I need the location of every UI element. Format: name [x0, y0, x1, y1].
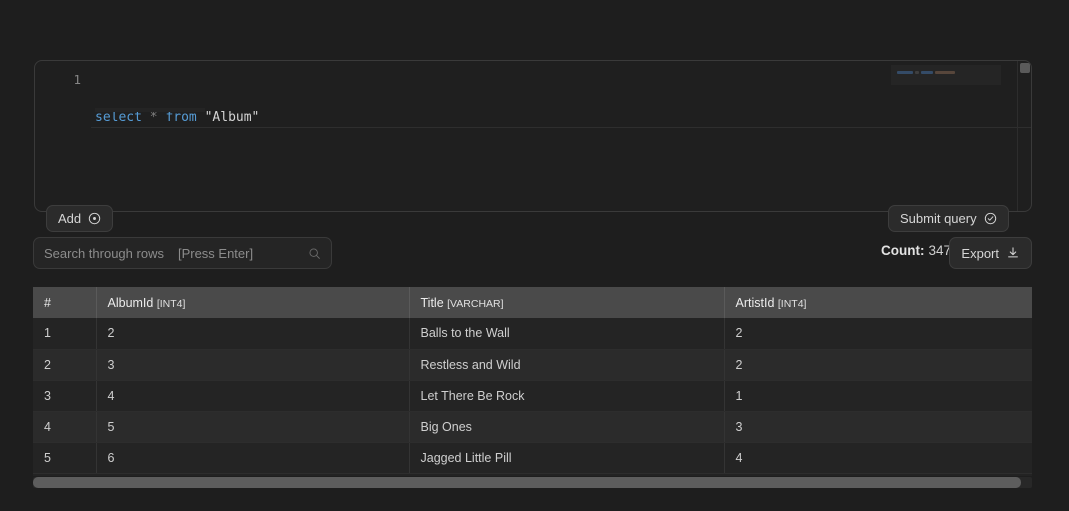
search-rows-input[interactable]: Search through rows [Press Enter] — [33, 237, 332, 269]
column-header-artistid[interactable]: ArtistId [INT4] — [724, 287, 1032, 318]
cell-artistid: 3 — [724, 411, 1032, 443]
table-row[interactable]: 3 4 Let There Be Rock 1 — [33, 380, 1032, 412]
add-button[interactable]: Add — [46, 205, 114, 232]
minimap-block — [915, 71, 919, 74]
sql-token-keyword-from: from — [165, 110, 197, 125]
minimap-block — [897, 71, 913, 74]
column-header-title[interactable]: Title [VARCHAR] — [409, 287, 725, 318]
sql-editor-panel[interactable]: 1 select * from "Album" — [34, 60, 1032, 212]
search-icon[interactable] — [308, 247, 321, 260]
search-enter-hint: [Press Enter] — [177, 245, 254, 261]
sql-token-table-name: "Album" — [204, 110, 260, 125]
table-row[interactable]: 5 6 Jagged Little Pill 4 — [33, 442, 1032, 474]
cell-title: Let There Be Rock — [409, 380, 725, 412]
editor-selection-decoration — [95, 108, 205, 112]
sql-token-space-3 — [197, 110, 205, 125]
table-row[interactable]: 4 5 Big Ones 3 — [33, 411, 1032, 443]
results-scrollbar-thumb[interactable] — [33, 477, 1021, 488]
sql-token-space-1 — [142, 110, 150, 125]
table-row[interactable]: 2 3 Restless and Wild 2 — [33, 349, 1032, 381]
column-type: [VARCHAR] — [447, 297, 504, 310]
cell-title: Balls to the Wall — [409, 318, 725, 350]
column-name: ArtistId — [735, 295, 775, 310]
submit-query-button[interactable]: Submit query — [888, 205, 1009, 232]
cell-title: Restless and Wild — [409, 349, 725, 381]
minimap-block — [935, 71, 955, 74]
cell-title: Jagged Little Pill — [409, 442, 725, 474]
cell-title: Big Ones — [409, 411, 725, 443]
cell-index: 5 — [33, 442, 97, 474]
column-type: [INT4] — [156, 297, 186, 310]
submit-query-label: Submit query — [900, 211, 977, 226]
cell-artistid: 1 — [724, 380, 1032, 412]
cell-artistid: 2 — [724, 318, 1032, 350]
cell-albumid: 6 — [96, 442, 410, 474]
sql-query-page: 1 select * from "Album" Add Submit query… — [0, 0, 1069, 511]
table-row[interactable]: 1 2 Balls to the Wall 2 — [33, 318, 1032, 350]
results-table-head: # AlbumId [INT4] Title [VARCHAR] ArtistI… — [33, 287, 1032, 318]
sql-code-area[interactable]: select * from "Album" — [91, 70, 1031, 165]
circle-dot-icon — [88, 212, 101, 225]
circle-check-icon — [984, 212, 997, 225]
results-table-body: 1 2 Balls to the Wall 2 2 3 Restless and… — [33, 318, 1032, 474]
cell-albumid: 3 — [96, 349, 410, 381]
row-count-value: 347 — [928, 243, 951, 258]
row-count: Count: 347 — [881, 243, 951, 258]
cell-index: 3 — [33, 380, 97, 412]
row-count-label: Count: — [880, 243, 925, 258]
editor-minimap[interactable] — [891, 61, 1001, 211]
minimap-block — [921, 71, 933, 74]
results-table-container[interactable]: # AlbumId [INT4] Title [VARCHAR] ArtistI… — [33, 287, 1032, 476]
cell-albumid: 4 — [96, 380, 410, 412]
results-table: # AlbumId [INT4] Title [VARCHAR] ArtistI… — [33, 287, 1032, 474]
minimap-slider[interactable] — [891, 65, 1001, 85]
editor-line-number-gutter: 1 — [35, 61, 91, 211]
sql-token-keyword-select: select — [95, 110, 142, 125]
column-type: [INT4] — [777, 297, 807, 310]
export-button-label: Export — [961, 245, 999, 261]
line-number: 1 — [73, 72, 81, 87]
cell-index: 2 — [33, 349, 97, 381]
search-placeholder-text: Search through rows — [44, 245, 164, 261]
download-icon — [1006, 246, 1020, 260]
column-header-index[interactable]: # — [33, 287, 97, 318]
cell-artistid: 4 — [724, 442, 1032, 474]
column-name: AlbumId — [107, 295, 154, 310]
search-placeholder: Search through rows [Press Enter] — [44, 246, 308, 261]
sql-editor-inner[interactable]: 1 select * from "Album" — [35, 61, 1031, 211]
column-name: # — [44, 295, 51, 310]
minimap-code-line — [897, 71, 955, 74]
table-header-row: # AlbumId [INT4] Title [VARCHAR] ArtistI… — [33, 287, 1032, 318]
results-horizontal-scrollbar[interactable] — [33, 477, 1032, 488]
column-name: Title — [420, 295, 444, 310]
cell-albumid: 2 — [96, 318, 410, 350]
add-button-label: Add — [58, 211, 82, 226]
cell-index: 1 — [33, 318, 97, 350]
column-header-albumid[interactable]: AlbumId [INT4] — [96, 287, 410, 318]
editor-vertical-scrollbar[interactable] — [1017, 61, 1031, 211]
editor-scrollbar-thumb[interactable] — [1020, 63, 1030, 73]
sql-token-star: * — [149, 110, 158, 125]
export-button[interactable]: Export — [949, 237, 1032, 269]
cell-index: 4 — [33, 411, 97, 443]
cell-artistid: 2 — [724, 349, 1032, 381]
cell-albumid: 5 — [96, 411, 410, 443]
code-line-1[interactable]: select * from "Album" — [91, 108, 1031, 128]
